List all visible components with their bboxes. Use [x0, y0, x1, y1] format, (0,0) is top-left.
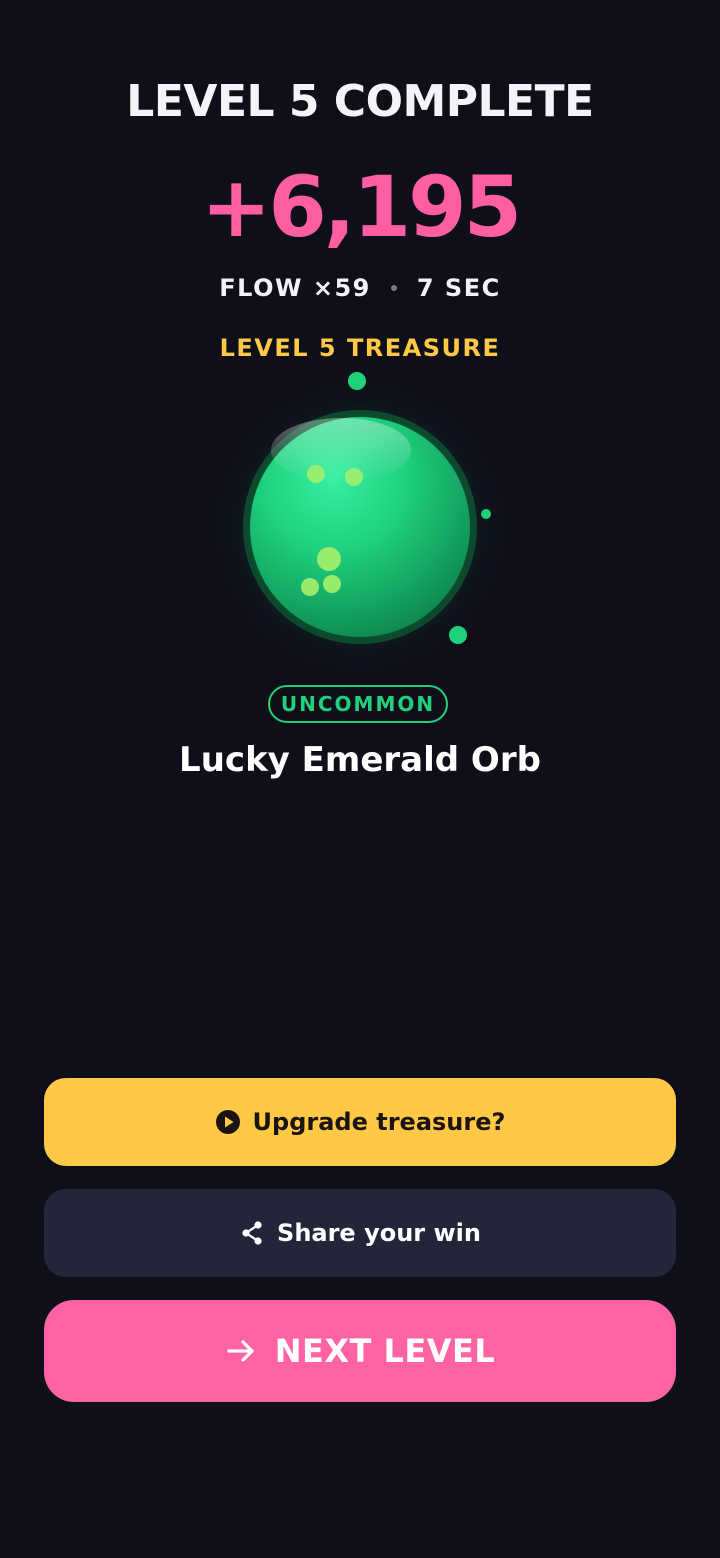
arrow-right-icon: [225, 1335, 257, 1367]
separator-dot: [390, 285, 397, 291]
treasure-image: [203, 370, 517, 684]
score-gain: +6,195: [200, 158, 522, 256]
upgrade-treasure-label: Upgrade treasure?: [252, 1108, 506, 1136]
next-level-button[interactable]: NEXT LEVEL: [44, 1300, 676, 1402]
upgrade-treasure-button[interactable]: Upgrade treasure?: [44, 1078, 676, 1166]
level-complete-screen: LEVEL 5 COMPLETE +6,195 FLOW ×59 7 SEC L…: [0, 0, 720, 1558]
level-stats: FLOW ×59 7 SEC: [0, 274, 720, 302]
flow-multiplier: FLOW ×59: [219, 274, 371, 302]
next-level-label: NEXT LEVEL: [274, 1332, 496, 1370]
play-circle-icon: [215, 1109, 241, 1135]
emerald-orb-icon: [203, 370, 517, 684]
level-complete-title: LEVEL 5 COMPLETE: [126, 76, 594, 127]
share-icon: [239, 1220, 265, 1246]
rarity-badge: UNCOMMON: [268, 685, 448, 723]
share-win-button[interactable]: Share your win: [44, 1189, 676, 1277]
level-time: 7 SEC: [416, 274, 501, 302]
treasure-label: LEVEL 5 TREASURE: [219, 334, 501, 362]
treasure-name: Lucky Emerald Orb: [179, 740, 541, 780]
share-win-label: Share your win: [277, 1219, 481, 1247]
